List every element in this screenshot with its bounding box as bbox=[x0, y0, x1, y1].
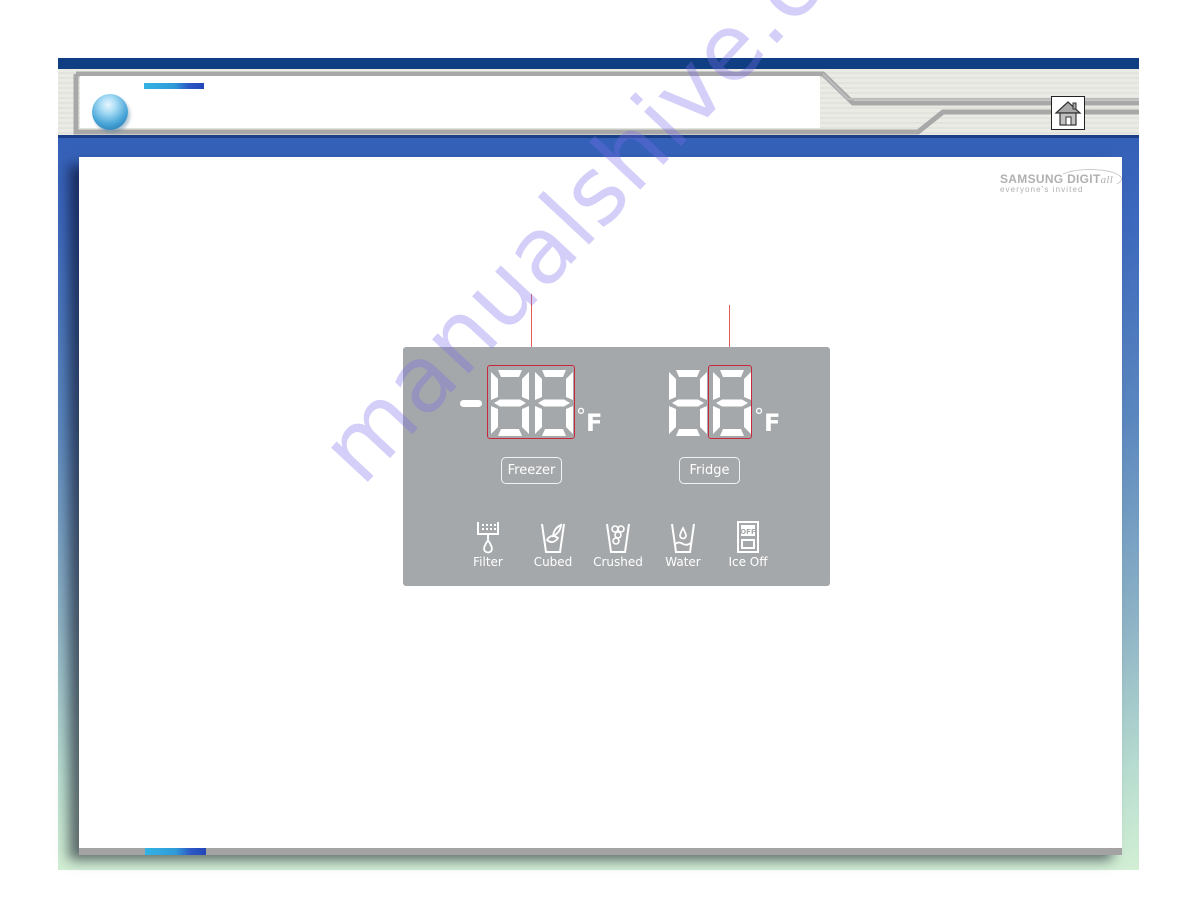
fridge-button[interactable]: Fridge bbox=[679, 457, 740, 484]
fridge-unit: °F bbox=[754, 406, 781, 437]
filter-button[interactable]: Filter bbox=[460, 520, 516, 569]
degree-symbol: ° bbox=[576, 404, 586, 428]
water-label: Water bbox=[665, 555, 701, 569]
cubed-label: Cubed bbox=[533, 555, 573, 569]
fridge-digit-1-segment-b bbox=[700, 372, 707, 400]
header-divider bbox=[58, 135, 1139, 138]
freezer-minus-sign bbox=[460, 400, 482, 407]
water-button[interactable]: Water bbox=[655, 520, 711, 569]
ice-off-icon: OFF bbox=[737, 521, 759, 553]
fahrenheit-letter: F bbox=[764, 409, 781, 437]
filter-label: Filter bbox=[473, 555, 503, 569]
header-accent-bar bbox=[144, 83, 204, 89]
fridge-digit-1-segment-c bbox=[700, 406, 707, 434]
degree-symbol: ° bbox=[754, 404, 764, 428]
ice-off-label: Ice Off bbox=[728, 555, 768, 569]
freezer-unit: °F bbox=[576, 406, 603, 437]
fahrenheit-letter: F bbox=[586, 409, 603, 437]
fridge-digit-1-segment-g bbox=[672, 399, 704, 407]
crushed-button[interactable]: Crushed bbox=[590, 520, 646, 569]
cubed-button[interactable]: Cubed bbox=[525, 520, 581, 569]
fridge-digit-1-segment-d bbox=[676, 429, 700, 436]
header-top-strip bbox=[58, 58, 1139, 69]
fridge-digit-1-segment-a bbox=[676, 370, 700, 377]
blue-orb-bullet-icon bbox=[92, 94, 128, 130]
filter-icon bbox=[477, 522, 499, 554]
water-icon bbox=[671, 523, 695, 553]
freezer-button[interactable]: Freezer bbox=[501, 457, 562, 484]
freezer-digit-highlight bbox=[487, 365, 575, 439]
footer-bar bbox=[79, 848, 1122, 855]
fridge-digit-1-segment-e bbox=[669, 406, 676, 434]
crushed-ice-icon bbox=[606, 523, 630, 553]
control-panel: °F Freezer °F Fridge Filter Cubed Crushe… bbox=[403, 347, 830, 586]
fridge-digit-1-segment-f bbox=[669, 372, 676, 400]
crushed-label: Crushed bbox=[593, 555, 643, 569]
cubed-ice-icon bbox=[541, 523, 565, 553]
logo-swoosh bbox=[1058, 169, 1122, 189]
home-icon bbox=[1054, 101, 1082, 126]
header-band bbox=[58, 69, 1139, 135]
fridge-digit-highlight bbox=[708, 365, 752, 439]
footer-accent-bar bbox=[145, 848, 206, 855]
home-button[interactable] bbox=[1051, 96, 1085, 130]
samsung-digitall-logo: SAMSUNG DIGITall everyone's invited bbox=[1000, 169, 1122, 202]
ice-off-badge-text: OFF bbox=[740, 528, 756, 536]
ice-off-button[interactable]: OFF Ice Off bbox=[720, 520, 776, 569]
